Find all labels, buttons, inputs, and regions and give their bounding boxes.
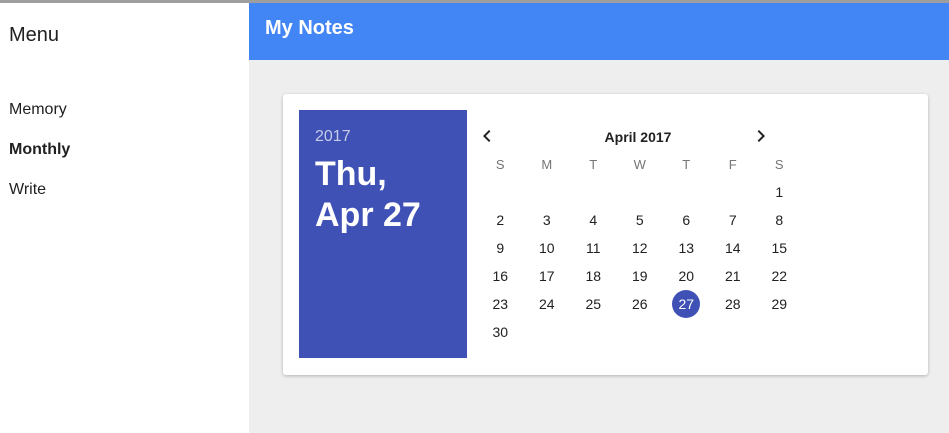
sidebar-item-monthly[interactable]: Monthly [9, 141, 70, 159]
calendar-day[interactable]: 24 [524, 290, 571, 318]
calendar-day-number: 3 [542, 212, 551, 228]
calendar-day-number: 17 [538, 268, 555, 284]
calendar-day[interactable]: 3 [524, 206, 571, 234]
weekday-header-row: S M T W T F S [477, 157, 803, 177]
calendar-day-number: 12 [631, 240, 648, 256]
calendar-day-number: 18 [585, 268, 602, 284]
calendar-day-blank [617, 178, 664, 206]
selected-date-day: Apr 27 [315, 196, 421, 234]
calendar-day-number: 8 [775, 212, 784, 228]
calendar-day-number: 19 [631, 268, 648, 284]
weekday-label: S [495, 157, 505, 172]
calendar-day-number: 6 [682, 212, 691, 228]
calendar-day[interactable]: 30 [477, 318, 524, 346]
calendar-day-number: 14 [724, 240, 741, 256]
calendar-day-number: 28 [724, 296, 741, 312]
calendar-day-number: 23 [492, 296, 509, 312]
calendar-day[interactable]: 25 [570, 290, 617, 318]
sidebar: Menu Memory Monthly Write [0, 3, 249, 433]
calendar-day[interactable]: 14 [710, 234, 757, 262]
calendar-day-number: 13 [678, 240, 695, 256]
calendar-day[interactable]: 28 [710, 290, 757, 318]
calendar-day-number: 16 [492, 268, 509, 284]
calendar-day-number: 22 [771, 268, 788, 284]
sidebar-item-memory[interactable]: Memory [9, 101, 67, 119]
calendar-day[interactable]: 21 [710, 262, 757, 290]
calendar-day-number: 7 [728, 212, 737, 228]
calendar-day-number: 24 [538, 296, 555, 312]
calendar-day[interactable]: 1 [756, 178, 803, 206]
calendar-day-number: 15 [771, 240, 788, 256]
calendar-day[interactable]: 26 [617, 290, 664, 318]
calendar-day-selected[interactable]: 27 [663, 290, 710, 318]
chevron-left-icon [483, 130, 491, 142]
calendar-day-number: 30 [492, 324, 509, 340]
calendar-day[interactable]: 19 [617, 262, 664, 290]
selected-date: Thu, Apr 27 [315, 154, 465, 236]
sidebar-item-write[interactable]: Write [9, 181, 46, 199]
calendar-day[interactable]: 17 [524, 262, 571, 290]
calendar-day[interactable]: 9 [477, 234, 524, 262]
calendar-day[interactable]: 8 [756, 206, 803, 234]
app-title: My Notes [265, 17, 354, 39]
calendar-day[interactable]: 11 [570, 234, 617, 262]
calendar-day-blank [570, 178, 617, 206]
calendar-days-grid: 1 2 3 4 5 6 7 8 9 10 11 12 13 14 15 16 17 18 19 20 21 22 23 24 2… [477, 178, 803, 346]
calendar-day-number: 5 [635, 212, 644, 228]
calendar-day-number: 2 [496, 212, 505, 228]
calendar-day[interactable]: 10 [524, 234, 571, 262]
weekday-label: F [728, 157, 737, 172]
calendar-day-number: 27 [672, 290, 701, 318]
calendar-day-number: 10 [538, 240, 555, 256]
calendar-day-number: 26 [631, 296, 648, 312]
calendar-day-number: 25 [585, 296, 602, 312]
calendar-day-number: 29 [771, 296, 788, 312]
month-label: April 2017 [604, 129, 672, 145]
main-content: My Notes 2017 Thu, Apr 27 April 2017 S M… [249, 3, 949, 433]
next-month-button[interactable] [749, 124, 773, 148]
calendar-day[interactable]: 5 [617, 206, 664, 234]
calendar-day[interactable]: 22 [756, 262, 803, 290]
calendar-day-blank [710, 178, 757, 206]
selected-year[interactable]: 2017 [315, 128, 351, 146]
menu-title: Menu [9, 24, 60, 46]
calendar-day[interactable]: 29 [756, 290, 803, 318]
calendar-day-blank [524, 178, 571, 206]
date-picker-card: 2017 Thu, Apr 27 April 2017 S M T W T F … [283, 94, 928, 375]
calendar-day[interactable]: 20 [663, 262, 710, 290]
calendar-day[interactable]: 2 [477, 206, 524, 234]
calendar-day-number: 21 [724, 268, 741, 284]
calendar-day-number: 1 [775, 184, 784, 200]
calendar-day[interactable]: 23 [477, 290, 524, 318]
app-bar: My Notes [249, 3, 949, 60]
chevron-right-icon [757, 130, 765, 142]
weekday-label: M [541, 157, 553, 172]
calendar-day[interactable]: 13 [663, 234, 710, 262]
calendar-day[interactable]: 4 [570, 206, 617, 234]
calendar-day[interactable]: 12 [617, 234, 664, 262]
weekday-label: T [589, 157, 598, 172]
selected-date-weekday: Thu, [315, 155, 387, 193]
calendar-day-blank [663, 178, 710, 206]
date-picker-header: 2017 Thu, Apr 27 [299, 110, 467, 358]
calendar-day[interactable]: 15 [756, 234, 803, 262]
calendar-day[interactable]: 16 [477, 262, 524, 290]
calendar-day-number: 9 [496, 240, 505, 256]
calendar-day[interactable]: 18 [570, 262, 617, 290]
calendar-day-number: 20 [678, 268, 695, 284]
calendar-day-number: 11 [585, 240, 601, 256]
prev-month-button[interactable] [475, 124, 499, 148]
weekday-label: T [682, 157, 691, 172]
calendar-day[interactable]: 7 [710, 206, 757, 234]
calendar-day-blank [477, 178, 524, 206]
calendar-day-number: 4 [589, 212, 598, 228]
calendar-day[interactable]: 6 [663, 206, 710, 234]
weekday-label: S [774, 157, 784, 172]
weekday-label: W [633, 157, 646, 172]
calendar: April 2017 S M T W T F S 1 2 3 4 5 6 7 8 9 10 11 12… [477, 110, 803, 358]
